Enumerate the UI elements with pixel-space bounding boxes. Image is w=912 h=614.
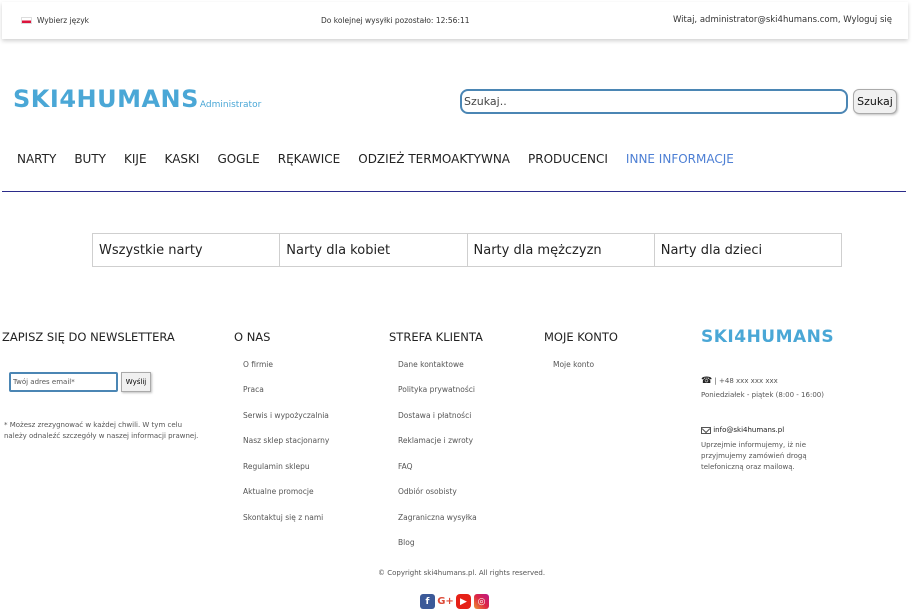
newsletter-email-input[interactable] — [9, 372, 118, 392]
footer-phone: ☎ | +48 xxx xxx xxx — [701, 376, 778, 387]
footer-link-reklamacje[interactable]: Reklamacje i zwroty — [398, 436, 473, 445]
logo-text: SKI4HUMANS — [13, 85, 199, 113]
category-kids-skis[interactable]: Narty dla dzieci — [655, 234, 841, 266]
footer-link-kontakt[interactable]: Skontaktuj się z nami — [243, 513, 323, 522]
main-nav: NARTY BUTY KIJE KASKI GOGLE RĘKAWICE ODZ… — [17, 152, 734, 166]
footer-link-praca[interactable]: Praca — [243, 385, 264, 394]
newsletter-note: * Możesz zrezygnować w każdej chwili. W … — [4, 421, 199, 440]
footer-info-line-1: Uprzejmie informujemy, iż nie — [701, 441, 806, 449]
nav-item-rekawice[interactable]: RĘKAWICE — [278, 152, 341, 166]
footer-info-line-2: przyjmujemy zamówień drogą — [701, 452, 807, 460]
about-heading: O NAS — [234, 330, 271, 344]
site-logo[interactable]: SKI4HUMANS Administrator — [13, 86, 261, 112]
nav-divider — [2, 191, 906, 192]
footer-link-faq[interactable]: FAQ — [398, 462, 413, 471]
footer-email[interactable]: info@ski4humans.pl — [701, 425, 784, 436]
facebook-icon[interactable]: f — [420, 594, 435, 609]
language-label: Wybierz język — [37, 16, 90, 25]
phone-number: | +48 xxx xxx xxx — [714, 377, 778, 385]
footer-link-o-firmie[interactable]: O firmie — [243, 360, 273, 369]
user-greeting[interactable]: Witaj, administrator@ski4humans.com, Wyl… — [673, 15, 892, 25]
google-plus-icon[interactable]: G+ — [437, 594, 454, 609]
search-button[interactable]: Szukaj — [853, 89, 897, 114]
footer-logo: SKI4HUMANS — [701, 327, 835, 347]
youtube-icon[interactable]: ▶ — [456, 594, 471, 609]
poland-flag-icon — [21, 17, 32, 24]
category-all-skis[interactable]: Wszystkie narty — [93, 234, 281, 266]
footer-link-moje-konto[interactable]: Moje konto — [553, 360, 594, 369]
footer-link-serwis[interactable]: Serwis i wypożyczalnia — [243, 411, 329, 420]
footer-link-dane-kontaktowe[interactable]: Dane kontaktowe — [398, 360, 464, 369]
footer-info-line-3: telefoniczną oraz mailową. — [701, 463, 795, 471]
footer-link-dostawa[interactable]: Dostawa i płatności — [398, 411, 471, 420]
nav-item-gogle[interactable]: GOGLE — [217, 152, 259, 166]
top-bar: Wybierz język Do kolejnej wysyłki pozost… — [2, 2, 908, 39]
logo-subtext: Administrator — [199, 100, 262, 110]
nav-item-narty[interactable]: NARTY — [17, 152, 56, 166]
footer-link-regulamin[interactable]: Regulamin sklepu — [243, 462, 310, 471]
footer-hours: Poniedziałek - piątek (8:00 - 16:00) — [701, 391, 824, 399]
language-selector[interactable]: Wybierz język — [21, 16, 89, 25]
footer-link-sklep-stacjonarny[interactable]: Nasz sklep stacjonarny — [243, 436, 329, 445]
category-women-skis[interactable]: Narty dla kobiet — [280, 234, 468, 266]
footer-link-zagraniczna[interactable]: Zagraniczna wysyłka — [398, 513, 477, 522]
mail-icon — [701, 426, 711, 434]
footer-link-polityka[interactable]: Polityka prywatności — [398, 385, 475, 394]
account-heading: MOJE KONTO — [544, 330, 618, 344]
nav-item-odziez[interactable]: ODZIEŻ TERMOAKTYWNA — [358, 152, 510, 166]
nav-item-kaski[interactable]: KASKI — [165, 152, 200, 166]
client-heading: STREFA KLIENTA — [389, 330, 483, 344]
nav-item-inne-informacje[interactable]: INNE INFORMACJE — [626, 152, 734, 166]
phone-icon: ☎ — [701, 376, 713, 386]
newsletter-heading: ZAPISZ SIĘ DO NEWSLETTERA — [2, 330, 175, 344]
instagram-icon[interactable]: ◎ — [474, 594, 489, 609]
category-tabs: Wszystkie narty Narty dla kobiet Narty d… — [92, 233, 842, 267]
email-address: info@ski4humans.pl — [713, 426, 785, 434]
nav-item-kije[interactable]: KIJE — [124, 152, 147, 166]
search-input[interactable] — [460, 89, 848, 114]
category-men-skis[interactable]: Narty dla mężczyzn — [468, 234, 655, 266]
social-links: f G+ ▶ ◎ — [420, 594, 489, 609]
footer-link-odbior[interactable]: Odbiór osobisty — [398, 487, 457, 496]
shipping-countdown: Do kolejnej wysyłki pozostało: 12:56:11 — [321, 16, 470, 25]
footer-link-promocje[interactable]: Aktualne promocje — [243, 487, 314, 496]
nav-item-producenci[interactable]: PRODUCENCI — [528, 152, 608, 166]
footer-link-blog[interactable]: Blog — [398, 538, 415, 547]
newsletter-send-button[interactable]: Wyślij — [121, 372, 151, 392]
nav-item-buty[interactable]: BUTY — [74, 152, 106, 166]
copyright: © Copyright ski4humans.pl. All rights re… — [378, 569, 546, 577]
